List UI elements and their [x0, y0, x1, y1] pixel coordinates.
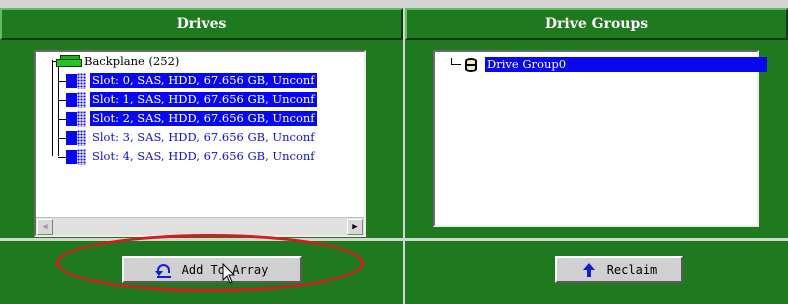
drive-groups-panel-footer: Reclaim — [405, 238, 788, 304]
reclaim-button[interactable]: Reclaim — [555, 256, 683, 283]
scroll-left-button[interactable]: ◀ — [37, 219, 53, 235]
slot-label: Slot: 1, SAS, HDD, 67.656 GB, Unconf — [90, 92, 317, 107]
drive-groups-panel-body: Drive Group0 — [405, 40, 788, 238]
tree-node-slot-4[interactable]: Slot: 4, SAS, HDD, 67.656 GB, Unconf — [36, 147, 364, 166]
tree-node-slot-0[interactable]: Slot: 0, SAS, HDD, 67.656 GB, Unconf — [36, 71, 364, 90]
drive-groups-panel: Drive Groups Drive Group0 Reclaim — [405, 8, 788, 304]
scroll-right-button[interactable]: ▶ — [347, 219, 363, 235]
reclaim-label: Reclaim — [606, 262, 658, 277]
slot-label: Slot: 4, SAS, HDD, 67.656 GB, Unconf — [92, 149, 315, 163]
raid-config-window: Drives Backplane (252) Slot: 0, SAS, HDD… — [0, 0, 788, 304]
tree-node-slot-2[interactable]: Slot: 2, SAS, HDD, 67.656 GB, Unconf — [36, 109, 364, 128]
drives-tree[interactable]: Backplane (252) Slot: 0, SAS, HDD, 67.65… — [34, 50, 366, 237]
slot-label: Slot: 0, SAS, HDD, 67.656 GB, Unconf — [90, 73, 317, 88]
tree-node-slot-1[interactable]: Slot: 1, SAS, HDD, 67.656 GB, Unconf — [36, 90, 364, 109]
horizontal-scrollbar[interactable]: ◀ ▶ — [36, 217, 364, 235]
arrow-up-icon — [581, 262, 597, 278]
hard-drive-icon — [66, 91, 86, 108]
highlight-ellipse — [56, 234, 364, 292]
drive-groups-panel-title: Drive Groups — [405, 8, 788, 40]
drives-panel-body: Backplane (252) Slot: 0, SAS, HDD, 67.65… — [0, 40, 403, 238]
tree-node-drive-group0[interactable]: Drive Group0 — [435, 55, 769, 74]
backplane-label: Backplane (252) — [84, 54, 180, 68]
slot-label: Slot: 2, SAS, HDD, 67.656 GB, Unconf — [90, 111, 317, 126]
drive-group-label: Drive Group0 — [485, 57, 767, 72]
tree-node-slot-3[interactable]: Slot: 3, SAS, HDD, 67.656 GB, Unconf — [36, 128, 364, 147]
hard-drive-icon — [66, 110, 86, 127]
hard-drive-icon — [66, 129, 86, 146]
hard-drive-icon — [66, 72, 86, 89]
drive-group-icon — [463, 57, 479, 73]
backplane-icon — [56, 55, 82, 68]
hard-drive-icon — [66, 148, 86, 165]
drives-panel-title: Drives — [0, 8, 403, 40]
slot-label: Slot: 3, SAS, HDD, 67.656 GB, Unconf — [92, 130, 315, 144]
mouse-cursor-icon — [222, 263, 236, 284]
tree-node-backplane[interactable]: Backplane (252) — [36, 52, 364, 71]
drive-groups-tree[interactable]: Drive Group0 — [433, 50, 767, 227]
